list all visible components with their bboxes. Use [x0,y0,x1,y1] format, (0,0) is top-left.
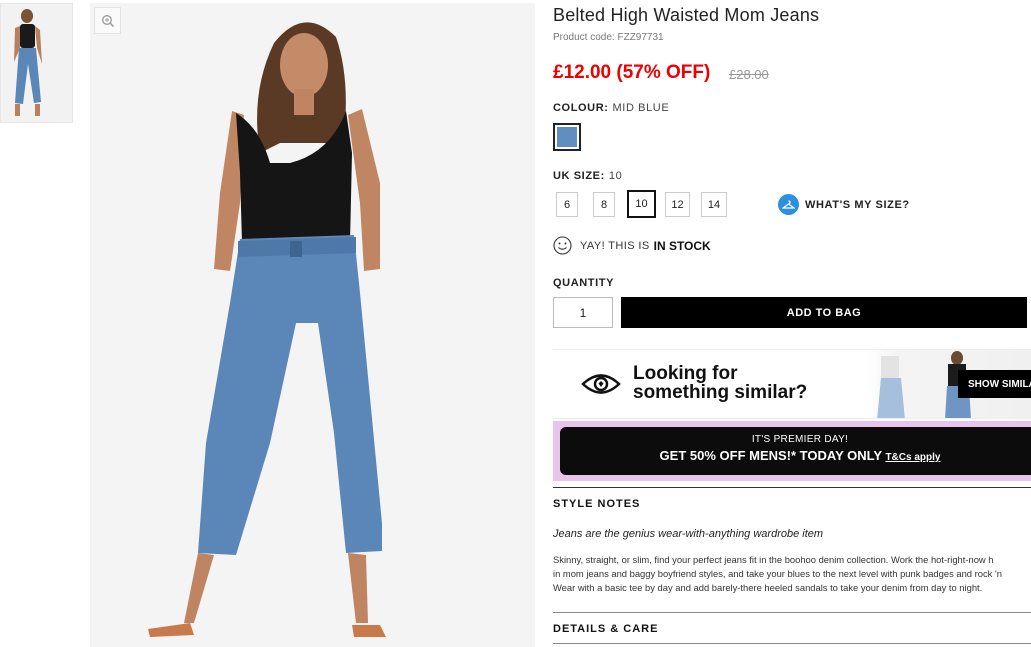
style-notes-line: Wear with a basic tee by day and add bar… [553,582,983,593]
show-similar-button[interactable]: SHOW SIMILAR [958,370,1031,398]
colour-label: COLOUR: MID BLUE [553,102,669,114]
whats-my-size-text: WHAT'S MY SIZE? [805,198,910,211]
quantity-input[interactable] [553,297,613,328]
size-option-14[interactable]: 14 [701,192,727,217]
details-care-heading[interactable]: DETAILS & CARE [553,623,1031,635]
size-label-text: UK SIZE: [553,170,605,182]
product-code: Product code: FZZ97731 [553,32,664,43]
size-option-8[interactable]: 8 [593,192,615,217]
size-option-10[interactable]: 10 [627,190,656,218]
similar-heading: Looking for something similar? [633,364,807,402]
product-thumbnail[interactable] [0,3,73,123]
size-label: UK SIZE: 10 [553,170,622,182]
colour-value: MID BLUE [612,102,670,114]
stock-text: IN STOCK [653,238,711,253]
quantity-label: QUANTITY [553,277,615,289]
model-thumbnail-image [1,4,72,122]
similar-items-banner: Looking for something similar? SHOW SIMI… [553,349,1031,419]
divider [553,612,1031,613]
style-notes-line: Skinny, straight, or slim, find your per… [553,554,994,565]
zoom-icon [101,14,114,27]
promo-line-1: IT'S PREMIER DAY! [751,434,849,445]
eye-icon [581,374,621,394]
stock-status: YAY! THIS IS IN STOCK [553,236,711,255]
style-notes-heading[interactable]: STYLE NOTES [553,498,1031,510]
similar-line-2: something similar? [633,382,808,403]
product-main-image[interactable] [90,3,535,647]
swatch-fill [557,127,577,147]
divider [553,643,1031,644]
promo-offer: GET 50% OFF MENS!* TODAY ONLY [659,448,882,463]
zoom-button[interactable] [94,7,121,34]
promo-line-2: GET 50% OFF MENS!* TODAY ONLY T&Cs apply [560,448,1031,463]
style-notes-body: Skinny, straight, or slim, find your per… [553,553,1031,595]
colour-label-text: COLOUR: [553,102,609,114]
hanger-icon [778,194,799,215]
size-option-12[interactable]: 12 [665,192,690,217]
premier-day-promo[interactable]: IT'S PREMIER DAY! GET 50% OFF MENS!* TOD… [553,421,1031,481]
promo-card: IT'S PREMIER DAY! GET 50% OFF MENS!* TOD… [560,427,1031,475]
sale-price: £12.00 (57% OFF) [553,62,711,83]
divider [553,487,1031,488]
stock-prefix: YAY! THIS IS [580,239,650,252]
size-option-6[interactable]: 6 [556,192,578,217]
similar-line-1: Looking for [633,363,738,384]
size-value: 10 [608,170,623,182]
colour-swatch-mid-blue[interactable] [553,123,581,151]
smiley-icon [553,236,572,255]
style-notes-lead: Jeans are the genius wear-with-anything … [553,528,824,540]
add-to-bag-button[interactable]: ADD TO BAG [621,297,1027,328]
product-info-panel: Belted High Waisted Mom Jeans Product co… [553,0,1031,647]
original-price: £28.00 [729,67,769,82]
product-title: Belted High Waisted Mom Jeans [553,5,820,25]
model-image [90,3,535,647]
style-notes-line: in mom jeans and baggy boyfriend styles,… [553,568,1002,579]
promo-terms-link[interactable]: T&Cs apply [885,452,940,463]
whats-my-size-link[interactable]: WHAT'S MY SIZE? [778,194,910,215]
